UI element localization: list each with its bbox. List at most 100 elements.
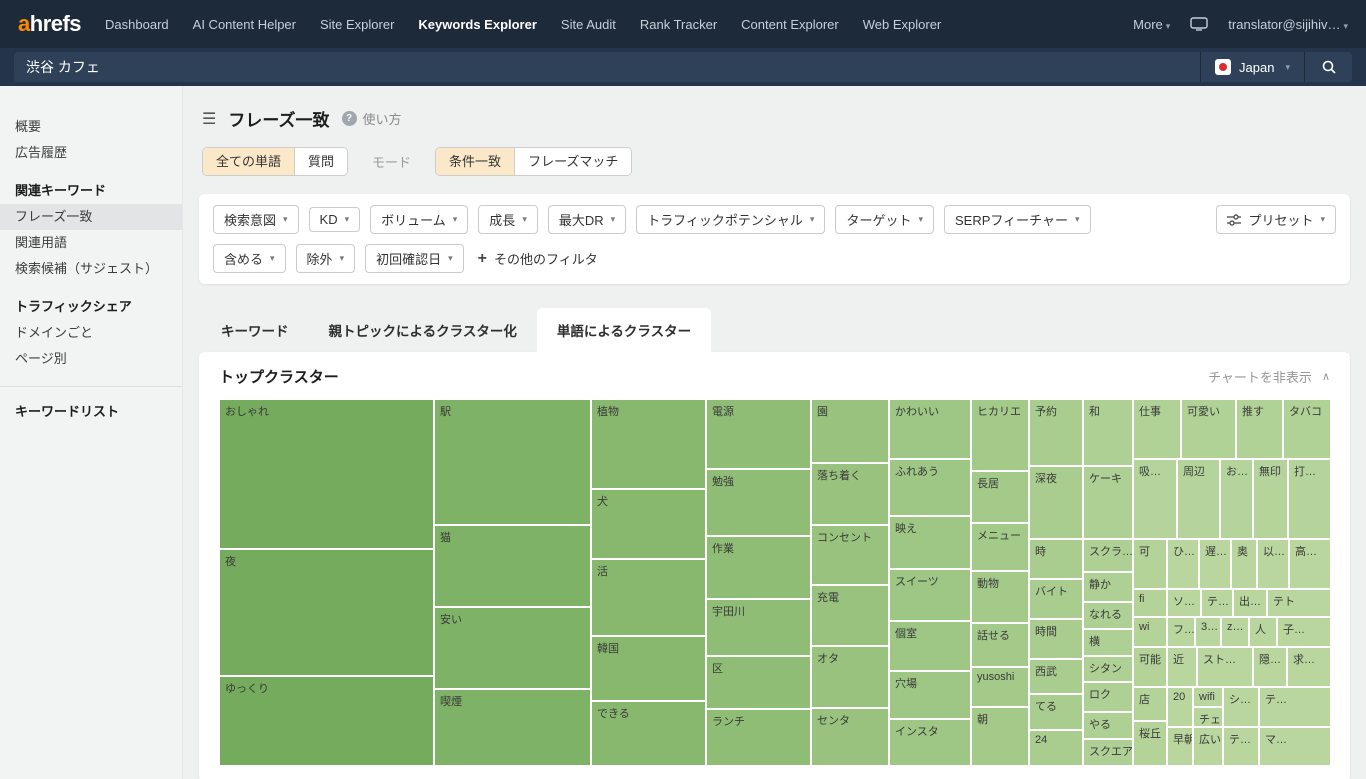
treemap-cell[interactable]: 求…	[1287, 647, 1331, 687]
treemap-cell[interactable]: 駅	[434, 399, 591, 525]
treemap-cell[interactable]: 横	[1083, 629, 1133, 656]
treemap-cell[interactable]: wi	[1133, 617, 1167, 647]
presets-button[interactable]: プリセット ▾	[1216, 205, 1336, 234]
nav-item-rank-tracker[interactable]: Rank Tracker	[640, 17, 717, 32]
sidebar-item[interactable]: 広告履歴	[0, 140, 182, 166]
treemap-cell[interactable]: 勉強	[706, 469, 811, 536]
treemap-cell[interactable]: 人	[1249, 617, 1277, 647]
treemap-cell[interactable]: 西武	[1029, 659, 1083, 694]
treemap-cell[interactable]: フ…	[1167, 617, 1195, 647]
treemap-cell[interactable]: インスタ	[889, 719, 971, 766]
hamburger-menu-icon[interactable]: ☰	[202, 109, 216, 129]
treemap-cell[interactable]: 動物	[971, 571, 1029, 623]
treemap-cell[interactable]: 出…	[1233, 589, 1267, 617]
keyword-search-input[interactable]	[14, 52, 1200, 82]
treemap-cell[interactable]: タバコ	[1283, 399, 1331, 459]
treemap-cell[interactable]: 遅…	[1199, 539, 1231, 589]
treemap-cell[interactable]: 3…	[1195, 617, 1221, 647]
nav-item-dashboard[interactable]: Dashboard	[105, 17, 169, 32]
treemap-cell[interactable]: 電源	[706, 399, 811, 469]
treemap-cell[interactable]: やる	[1083, 712, 1133, 739]
sidebar-item[interactable]: ドメインごと	[0, 320, 182, 346]
treemap-cell[interactable]: 区	[706, 656, 811, 709]
treemap-cell[interactable]: 無印	[1253, 459, 1288, 539]
country-selector[interactable]: Japan ▾	[1200, 52, 1304, 82]
treemap-cell[interactable]: できる	[591, 701, 706, 766]
mode-option[interactable]: 質問	[295, 148, 347, 175]
filter-dropdown[interactable]: ターゲット▾	[835, 205, 934, 234]
treemap-cell[interactable]: 安い	[434, 607, 591, 689]
search-button[interactable]	[1304, 52, 1352, 82]
sidebar-item[interactable]: 関連用語	[0, 230, 182, 256]
account-menu[interactable]: translator@sijihiv…▾	[1228, 17, 1348, 32]
mode-option[interactable]: フレーズマッチ	[515, 148, 631, 175]
treemap-cell[interactable]: ソ…	[1167, 589, 1201, 617]
filter-dropdown[interactable]: KD▾	[309, 207, 361, 232]
treemap-cell[interactable]: シタン	[1083, 656, 1133, 682]
sidebar-item[interactable]: 関連キーワード	[0, 178, 182, 204]
treemap-cell[interactable]: 高…	[1289, 539, 1331, 589]
treemap-cell[interactable]: ゆっくり	[219, 676, 434, 766]
treemap-cell[interactable]: 喫煙	[434, 689, 591, 766]
filter-dropdown[interactable]: 成長▾	[478, 205, 538, 234]
filter-dropdown[interactable]: SERPフィーチャー▾	[944, 205, 1091, 234]
sidebar-item[interactable]: ページ別	[0, 346, 182, 372]
mode-option[interactable]: 全ての単語	[203, 148, 295, 175]
treemap-cell[interactable]: メニュー	[971, 523, 1029, 571]
sidebar-item[interactable]: キーワードリスト	[0, 399, 182, 425]
treemap-cell[interactable]: 24	[1029, 730, 1083, 766]
nav-more[interactable]: More▾	[1133, 17, 1170, 32]
treemap-cell[interactable]: センタ	[811, 708, 889, 766]
treemap-cell[interactable]: テ…	[1259, 687, 1331, 727]
tab-keywords[interactable]: キーワード	[201, 308, 309, 352]
treemap-cell[interactable]: 可	[1133, 539, 1167, 589]
treemap-cell[interactable]: 活	[591, 559, 706, 636]
treemap-cell[interactable]: お…	[1220, 459, 1253, 539]
filter-dropdown[interactable]: 除外▾	[296, 244, 356, 273]
treemap-cell[interactable]: 深夜	[1029, 466, 1083, 539]
tab-clusters-by-terms[interactable]: 単語によるクラスター	[537, 308, 711, 352]
filter-dropdown[interactable]: ボリューム▾	[370, 205, 468, 234]
treemap-cell[interactable]: ランチ	[706, 709, 811, 766]
nav-item-keywords-explorer[interactable]: Keywords Explorer	[418, 17, 537, 32]
treemap-cell[interactable]: 静か	[1083, 572, 1133, 602]
treemap-cell[interactable]: 打…	[1288, 459, 1331, 539]
treemap-cell[interactable]: かわいい	[889, 399, 971, 459]
treemap-cell[interactable]: 桜丘	[1133, 721, 1167, 766]
filter-dropdown[interactable]: 最大DR▾	[548, 205, 626, 234]
treemap-cell[interactable]: おしゃれ	[219, 399, 434, 549]
treemap-cell[interactable]: ケーキ	[1083, 466, 1133, 539]
treemap-cell[interactable]: 吸…	[1133, 459, 1177, 539]
treemap-cell[interactable]: 仕事	[1133, 399, 1181, 459]
treemap-cell[interactable]: 時間	[1029, 619, 1083, 659]
treemap-cell[interactable]: 個室	[889, 621, 971, 671]
treemap-cell[interactable]: なれる	[1083, 602, 1133, 629]
treemap-cell[interactable]: 広い	[1193, 727, 1223, 766]
treemap-cell[interactable]: 早朝	[1167, 727, 1193, 766]
filter-dropdown[interactable]: 初回確認日▾	[365, 244, 464, 273]
treemap-cell[interactable]: チェン	[1193, 707, 1223, 727]
ahrefs-logo[interactable]: ahrefs	[18, 11, 81, 37]
treemap-cell[interactable]: 20	[1167, 687, 1193, 727]
treemap-cell[interactable]: 以…	[1257, 539, 1289, 589]
treemap-cell[interactable]: テト	[1267, 589, 1331, 617]
hide-chart-toggle[interactable]: チャートを非表示 ∧	[1208, 367, 1330, 386]
mode-option[interactable]: 条件一致	[436, 148, 515, 175]
monitor-icon[interactable]	[1190, 17, 1208, 31]
nav-item-content-explorer[interactable]: Content Explorer	[741, 17, 839, 32]
treemap-cell[interactable]: 隠…	[1253, 647, 1287, 687]
treemap-cell[interactable]: テ…	[1201, 589, 1233, 617]
treemap-cell[interactable]: 犬	[591, 489, 706, 559]
treemap-cell[interactable]: 奥	[1231, 539, 1257, 589]
treemap-cell[interactable]: 和	[1083, 399, 1133, 466]
nav-item-ai-content-helper[interactable]: AI Content Helper	[193, 17, 296, 32]
treemap-cell[interactable]: 長居	[971, 471, 1029, 523]
treemap-cell[interactable]: 猫	[434, 525, 591, 607]
treemap-cell[interactable]: 朝	[971, 707, 1029, 766]
sidebar-item[interactable]: 概要	[0, 114, 182, 140]
nav-item-site-audit[interactable]: Site Audit	[561, 17, 616, 32]
treemap-cell[interactable]: 時	[1029, 539, 1083, 579]
treemap-cell[interactable]: 映え	[889, 516, 971, 569]
treemap-cell[interactable]: 推す	[1236, 399, 1283, 459]
treemap-cell[interactable]: 作業	[706, 536, 811, 599]
